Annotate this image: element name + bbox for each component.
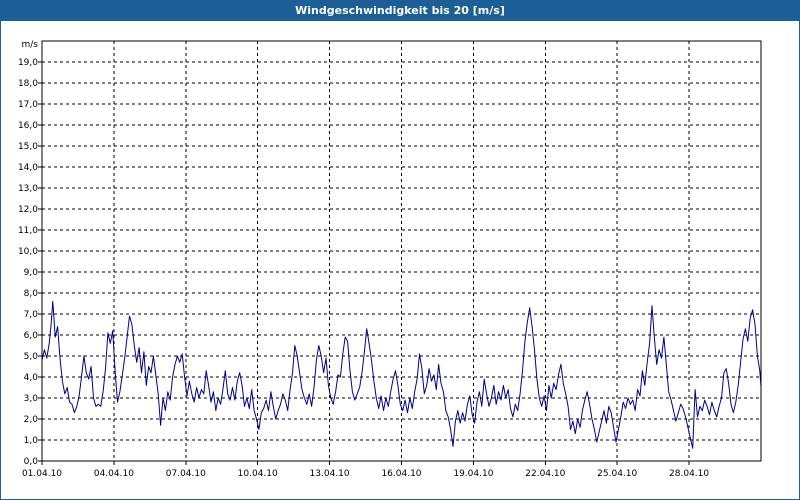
- chart-window: Windgeschwindigkeit bis 20 [m/s] 0,0 1,0 2…: [0, 0, 800, 500]
- window-title: Windgeschwindigkeit bis 20 [m/s]: [1, 1, 799, 21]
- x-tick-label: 13.04.10: [310, 469, 350, 479]
- y-tick-label: 19,0: [18, 58, 38, 68]
- y-tick-label: 2,0: [24, 415, 39, 425]
- y-tick-label: 6,0: [24, 331, 39, 341]
- x-tick-label: 19.04.10: [453, 469, 493, 479]
- y-tick-label: 16,0: [18, 121, 38, 131]
- x-tick-label: 01.04.10: [22, 469, 62, 479]
- y-tick-label: 8,0: [24, 289, 39, 299]
- x-tick-label: 04.04.10: [94, 469, 134, 479]
- y-tick-label: 3,0: [24, 394, 39, 404]
- y-tick-label: 18,0: [18, 79, 38, 89]
- x-tick-label: 22.04.10: [525, 469, 565, 479]
- y-tick-label: 9,0: [24, 268, 39, 278]
- x-tick-label: 16.04.10: [381, 469, 421, 479]
- y-tick-label: 10,0: [18, 247, 38, 257]
- x-tick-label: 28.04.10: [669, 469, 709, 479]
- y-tick-label: 12,0: [18, 205, 38, 215]
- x-tick-label: 25.04.10: [597, 469, 637, 479]
- y-tick-label: 13,0: [18, 184, 38, 194]
- y-tick-label: 1,0: [24, 436, 39, 446]
- y-tick-label: 11,0: [18, 226, 38, 236]
- y-tick-label: 5,0: [24, 352, 39, 362]
- y-axis-label: m/s: [22, 40, 39, 50]
- y-tick-label: 15,0: [18, 142, 38, 152]
- y-tick-label: 0,0: [24, 457, 39, 467]
- y-tick-label: 14,0: [18, 163, 38, 173]
- y-tick-label: 17,0: [18, 100, 38, 110]
- y-tick-label: 7,0: [24, 310, 39, 320]
- y-tick-label: 4,0: [24, 373, 39, 383]
- x-tick-label: 10.04.10: [238, 469, 278, 479]
- x-tick-label: 07.04.10: [166, 469, 206, 479]
- wind-speed-chart: 0,0 1,0 2,0 3,0 4,0 5,0 6,0 7,0 8,0 9,0 10,0 11,0 12…: [18, 40, 762, 479]
